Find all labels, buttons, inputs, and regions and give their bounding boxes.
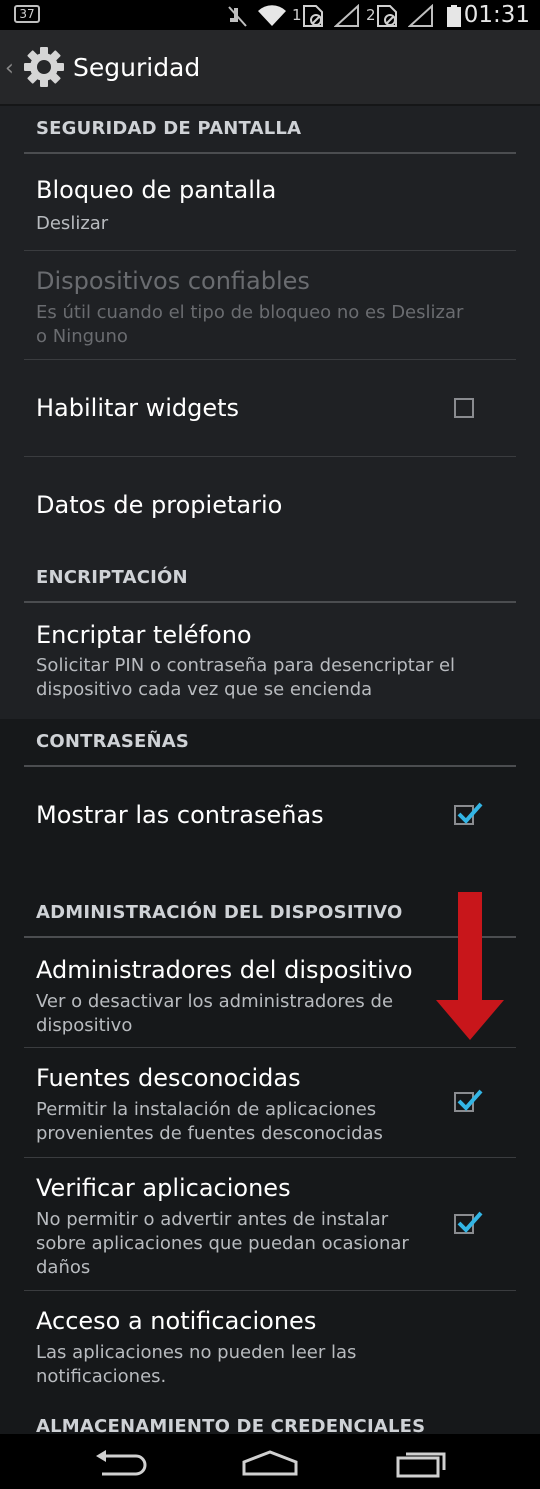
verify-apps-checkbox[interactable] (454, 1211, 483, 1234)
battery-icon (447, 5, 461, 27)
checkmark-icon (457, 1089, 483, 1111)
sim2-icon (377, 5, 397, 27)
item-summary: Es útil cuando el tipo de bloqueo no es … (36, 302, 464, 347)
section-header-encryption: ENCRIPTACIÓN (0, 555, 540, 603)
encrypt-phone-item[interactable]: Encriptar teléfono Solicitar PIN o contr… (0, 603, 540, 719)
annotation-arrow-icon (436, 892, 504, 1040)
widgets-checkbox[interactable] (454, 398, 474, 418)
item-summary: Solicitar PIN o contraseña para desencri… (36, 655, 456, 700)
checkmark-icon (457, 1211, 483, 1233)
up-chevron-icon[interactable]: ‹ (5, 56, 14, 81)
section-header-passwords: CONTRASEÑAS (0, 719, 540, 767)
navigation-bar (0, 1434, 540, 1489)
item-title: Acceso a notificaciones (36, 1307, 317, 1335)
status-bar: 37 1 2 01:31 (0, 0, 540, 30)
section-header-label: ENCRIPTACIÓN (36, 567, 188, 588)
sim1-label: 1 (292, 6, 302, 24)
sim2-label: 2 (366, 6, 376, 24)
show-passwords-item[interactable]: Mostrar las contraseñas (0, 767, 540, 890)
wifi-icon (258, 5, 286, 27)
settings-list: SEGURIDAD DE PANTALLA Bloqueo de pantall… (0, 106, 540, 1458)
unknown-sources-checkbox[interactable] (454, 1089, 483, 1112)
item-title: Mostrar las contraseñas (36, 801, 324, 829)
item-summary: Ver o desactivar los administradores de … (36, 991, 394, 1036)
owner-info-item[interactable]: Datos de propietario (0, 457, 540, 555)
section-header-label: CONTRASEÑAS (36, 731, 190, 752)
section-header-screen-security: SEGURIDAD DE PANTALLA (0, 106, 540, 154)
page-title: Seguridad (73, 53, 201, 82)
item-title: Fuentes desconocidas (36, 1064, 301, 1092)
item-summary: Las aplicaciones no pueden leer las noti… (36, 1342, 357, 1387)
item-summary: No permitir o advertir antes de instalar… (36, 1209, 409, 1278)
screen-lock-item[interactable]: Bloqueo de pantalla Deslizar (0, 154, 540, 251)
item-title: Administradores del dispositivo (36, 956, 413, 984)
signal2-icon (408, 4, 433, 27)
back-icon[interactable] (92, 1448, 148, 1478)
recent-apps-icon[interactable] (394, 1448, 450, 1478)
verify-apps-item[interactable]: Verificar aplicaciones No permitir o adv… (0, 1158, 540, 1291)
mute-icon (228, 6, 247, 27)
sim1-icon (303, 5, 323, 27)
action-bar: ‹ Seguridad (0, 30, 540, 106)
item-summary: Deslizar (36, 213, 109, 234)
item-title: Dispositivos confiables (36, 267, 310, 295)
item-summary: Permitir la instalación de aplicaciones … (36, 1099, 383, 1144)
notification-badge: 37 (14, 5, 40, 23)
unknown-sources-item[interactable]: Fuentes desconocidas Permitir la instala… (0, 1048, 540, 1158)
gear-icon[interactable] (22, 45, 66, 89)
widgets-item[interactable]: Habilitar widgets (0, 360, 540, 457)
clock: 01:31 (463, 2, 530, 28)
item-title: Habilitar widgets (36, 394, 240, 422)
checkmark-icon (457, 802, 483, 824)
item-title: Encriptar teléfono (36, 621, 252, 649)
trusted-devices-item: Dispositivos confiables Es útil cuando e… (0, 251, 540, 360)
notification-access-item[interactable]: Acceso a notificaciones Las aplicaciones… (0, 1291, 540, 1406)
item-title: Verificar aplicaciones (36, 1174, 291, 1202)
signal1-icon (334, 4, 359, 27)
item-title: Datos de propietario (36, 491, 283, 519)
section-header-label: SEGURIDAD DE PANTALLA (36, 118, 302, 139)
show-passwords-checkbox[interactable] (454, 802, 483, 825)
item-title: Bloqueo de pantalla (36, 176, 277, 204)
home-icon[interactable] (240, 1448, 300, 1478)
section-header-label: ADMINISTRACIÓN DEL DISPOSITIVO (36, 902, 403, 923)
